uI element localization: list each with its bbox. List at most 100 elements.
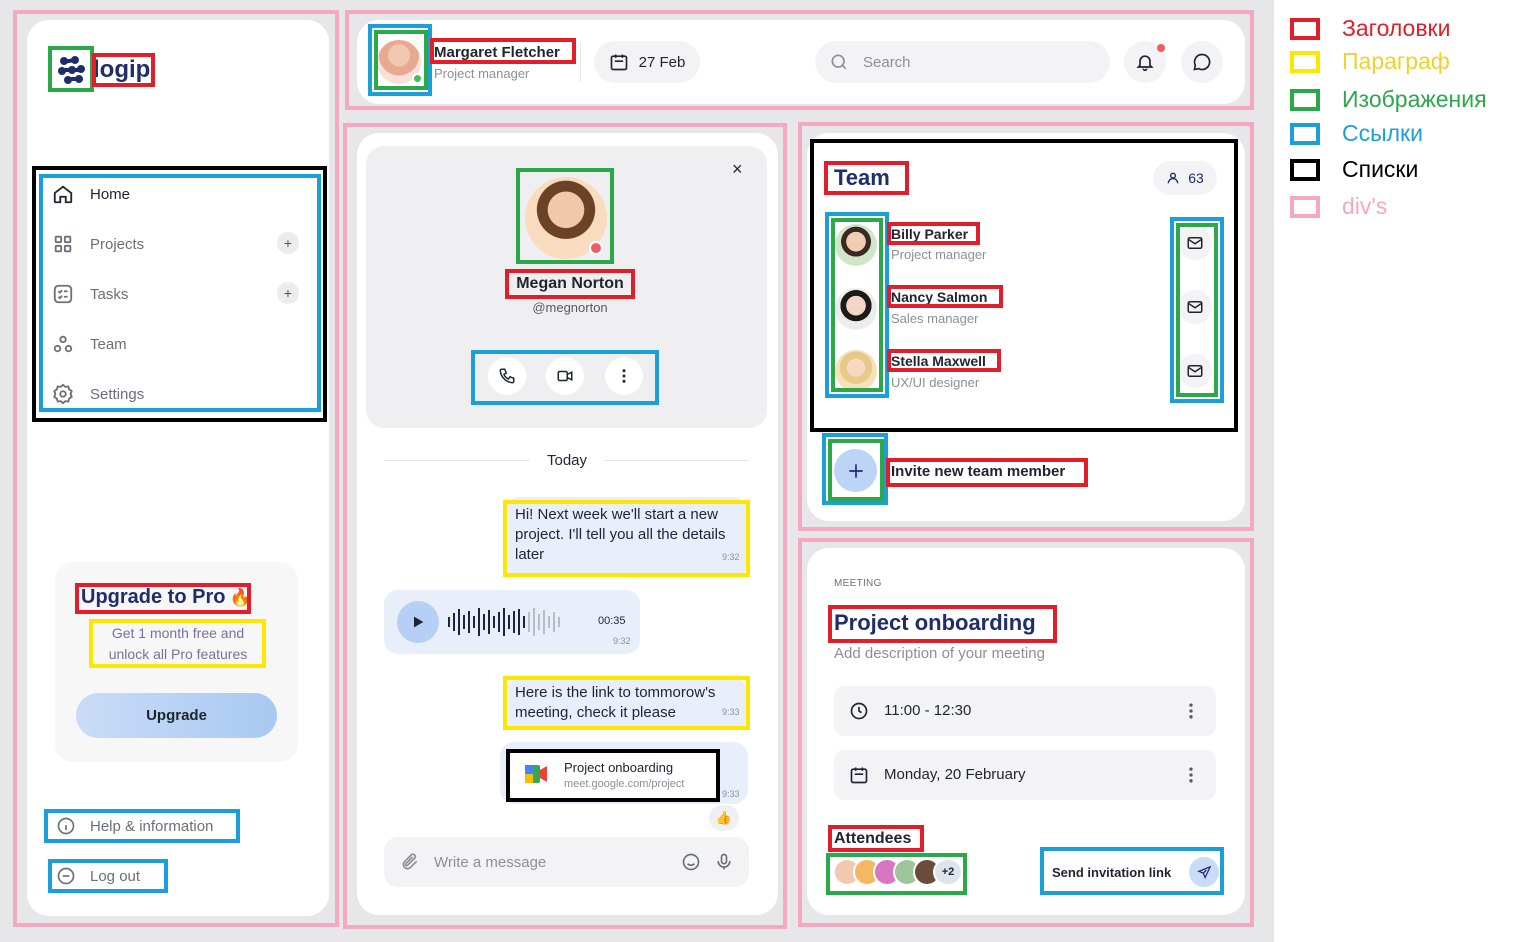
message-bubble: Hi! Next week we'll start a new project.…	[505, 497, 748, 577]
legend-item: div's	[1290, 193, 1387, 220]
sidebar-item-projects[interactable]: Projects	[52, 233, 144, 255]
waveform	[448, 606, 588, 638]
legend-label: Параграф	[1342, 48, 1450, 74]
promo-text: Get 1 month free and unlock all Pro feat…	[108, 625, 248, 662]
invite-label[interactable]: Invite new team member	[891, 463, 1065, 480]
legend-item: Параграф	[1290, 48, 1450, 75]
contact-avatar[interactable]	[525, 177, 607, 259]
legend-item: Изображения	[1290, 86, 1487, 113]
call-button[interactable]	[488, 357, 526, 395]
message-text: Hi! Next week we'll start a new project.…	[515, 506, 726, 563]
mail-icon	[1186, 298, 1204, 316]
sidebar-item-label: Settings	[90, 385, 145, 403]
send-invitation-link[interactable]: Send invitation link	[1046, 852, 1219, 892]
legend-label: Заголовки	[1342, 15, 1451, 41]
paperclip-icon[interactable]	[400, 852, 420, 872]
member-role: UX/UI designer	[891, 375, 980, 390]
sidebar-item-team[interactable]: Team	[52, 333, 127, 355]
play-icon	[410, 614, 426, 630]
logo-icon	[55, 54, 87, 86]
legend-swatch	[1290, 50, 1320, 73]
video-call-button[interactable]	[546, 357, 584, 395]
message-time: 9:33	[722, 707, 740, 717]
reaction-badge[interactable]: 👍	[709, 805, 739, 831]
header-user-role: Project manager	[434, 66, 530, 81]
member-avatar[interactable]	[835, 288, 877, 330]
legend-label: Ссылки	[1342, 120, 1423, 146]
brand-name: logip	[93, 56, 151, 83]
bell-icon	[1135, 52, 1155, 72]
header-avatar[interactable]	[377, 40, 423, 84]
home-icon	[52, 183, 74, 205]
close-icon[interactable]: ×	[732, 159, 743, 180]
logo[interactable]: logip	[55, 52, 155, 88]
play-button[interactable]	[397, 601, 439, 643]
email-member-button[interactable]	[1178, 290, 1212, 324]
attendee-avatars[interactable]: +2	[833, 858, 963, 888]
legend-item: Заголовки	[1290, 15, 1450, 42]
grid-icon	[52, 233, 74, 255]
legend-label: Списки	[1342, 156, 1419, 182]
team-count-badge[interactable]: 63	[1153, 161, 1217, 195]
team-icon	[52, 333, 74, 355]
add-project-button[interactable]: +	[277, 232, 299, 254]
member-name: Billy Parker	[891, 226, 969, 242]
status-dot	[589, 241, 603, 255]
message-placeholder: Write a message	[434, 854, 547, 871]
message-time: 9:33	[722, 789, 740, 799]
google-meet-icon	[524, 764, 548, 784]
help-label: Help & information	[90, 817, 214, 835]
contact-handle: @megnorton	[532, 300, 608, 315]
sidebar-item-tasks[interactable]: Tasks	[52, 283, 128, 305]
voice-duration: 00:35	[598, 615, 626, 627]
search-input[interactable]: Search	[815, 41, 1110, 83]
mail-icon	[1186, 362, 1204, 380]
invite-member-button[interactable]	[834, 449, 877, 492]
notification-dot	[1157, 44, 1165, 52]
email-member-button[interactable]	[1178, 354, 1212, 388]
member-avatar[interactable]	[835, 224, 877, 266]
header-user-name: Margaret Fletcher	[434, 44, 560, 61]
date-pill[interactable]: 27 Feb	[594, 41, 700, 83]
member-name: Stella Maxwell	[891, 353, 986, 369]
date-divider: Today	[530, 452, 604, 469]
sidebar-item-label: Team	[90, 335, 127, 353]
email-member-button[interactable]	[1178, 226, 1212, 260]
calendar-icon	[609, 52, 629, 72]
message-time: 9:32	[613, 636, 631, 646]
meeting-time: 11:00 - 12:30	[884, 702, 972, 719]
help-link[interactable]: Help & information	[56, 816, 213, 836]
legend-swatch	[1290, 195, 1320, 218]
sidebar-item-settings[interactable]: Settings	[52, 383, 144, 405]
notifications-button[interactable]	[1124, 41, 1166, 83]
more-options-button[interactable]	[605, 357, 643, 395]
promo-title: Upgrade to Pro 🔥	[81, 586, 251, 608]
mail-icon	[1186, 234, 1204, 252]
meeting-date: Monday, 20 February	[884, 766, 1026, 783]
sidebar-item-label: Home	[90, 185, 131, 203]
kebab-icon[interactable]	[1181, 765, 1201, 785]
member-role: Sales manager	[891, 311, 979, 326]
microphone-icon[interactable]	[714, 851, 734, 873]
logout-link[interactable]: Log out	[56, 866, 140, 886]
online-dot	[412, 73, 423, 84]
plus-icon	[846, 461, 866, 481]
sidebar-item-home[interactable]: Home	[52, 183, 130, 205]
member-avatar[interactable]	[835, 350, 877, 392]
send-icon	[1196, 865, 1212, 880]
add-task-button[interactable]: +	[277, 282, 299, 304]
kebab-icon[interactable]	[1181, 701, 1201, 721]
team-title: Team	[834, 165, 890, 190]
message-time: 9:32	[722, 552, 740, 562]
header-divider	[580, 42, 581, 82]
kebab-icon	[615, 367, 633, 385]
send-link-label: Send invitation link	[1052, 864, 1172, 880]
legend-swatch	[1290, 88, 1320, 111]
contact-name: Megan Norton	[516, 275, 624, 292]
message-bubble: Here is the link to tommorow's meeting, …	[505, 678, 748, 730]
messages-button[interactable]	[1181, 41, 1223, 83]
emoji-icon[interactable]	[681, 852, 701, 872]
upgrade-button[interactable]: Upgrade	[76, 693, 277, 738]
send-button[interactable]	[1189, 857, 1219, 887]
meeting-eyebrow: MEETING	[834, 578, 882, 589]
